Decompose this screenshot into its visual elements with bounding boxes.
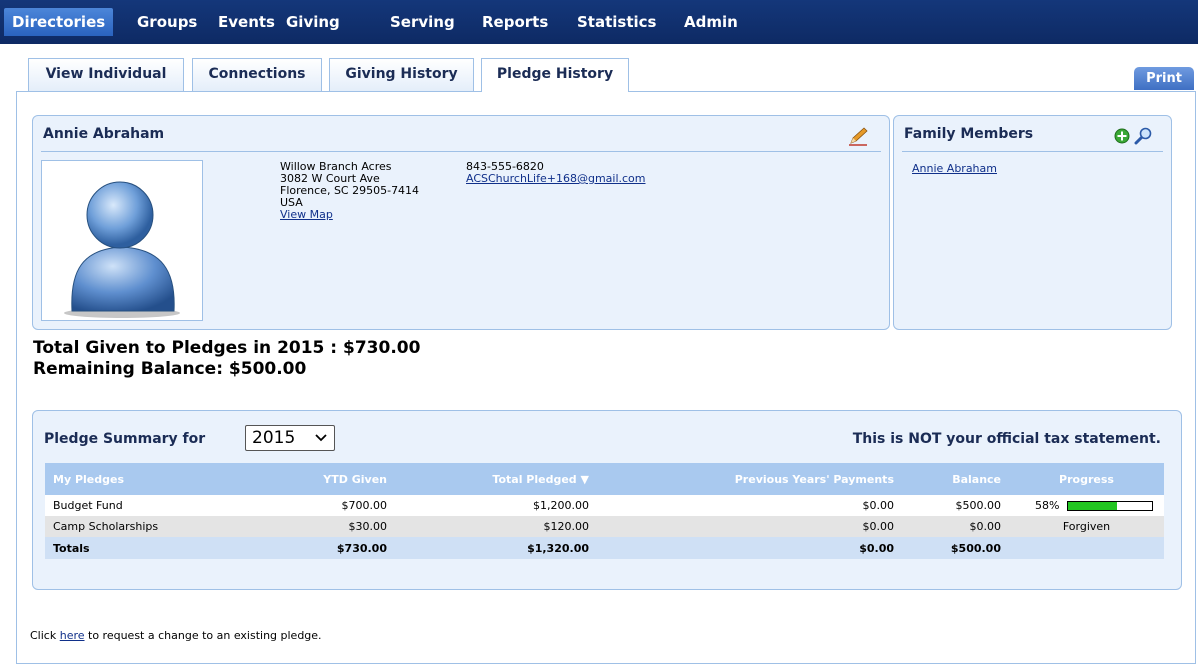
year-select-value: 2015 — [252, 428, 296, 448]
address-block: Willow Branch Acres 3082 W Court Ave Flo… — [280, 161, 419, 221]
chevron-down-icon — [314, 427, 328, 457]
total-pledged-cell: $1,200.00 — [395, 495, 597, 516]
progress-bar — [1067, 501, 1154, 511]
person-panel-divider — [41, 151, 881, 152]
column-header-total-pledged[interactable]: Total Pledged ▼ — [395, 463, 597, 495]
table-row: Budget Fund $700.00 $1,200.00 $0.00 $500… — [45, 495, 1164, 516]
progress-status: Forgiven — [1009, 516, 1164, 537]
summary-title: Pledge Summary for — [44, 431, 206, 447]
pledge-name: Camp Scholarships — [45, 516, 250, 537]
family-panel: Family Members Annie Abraham — [893, 115, 1172, 330]
footer-prefix: Click — [30, 629, 57, 642]
balance-cell: $500.00 — [902, 495, 1009, 516]
tax-statement-note: This is NOT your official tax statement. — [852, 431, 1161, 447]
footer-suffix: to request a change to an existing pledg… — [88, 629, 322, 642]
nav-directories[interactable]: Directories — [4, 8, 114, 36]
avatar — [41, 160, 203, 321]
person-name: Annie Abraham — [43, 126, 165, 142]
progress-percent: 58% — [1035, 499, 1060, 512]
column-header-balance[interactable]: Balance — [902, 463, 1009, 495]
nav-giving[interactable]: Giving — [278, 8, 348, 36]
pledge-history-content: Annie Abraham Willow Branch Acres 3082 W… — [16, 91, 1196, 664]
contact-block: 843-555-6820 ACSChurchLife+168@gmail.com — [466, 161, 646, 185]
family-member-link[interactable]: Annie Abraham — [912, 163, 997, 175]
nav-events[interactable]: Events — [210, 8, 283, 36]
tab-connections[interactable]: Connections — [192, 58, 322, 91]
person-panel: Annie Abraham Willow Branch Acres 3082 W… — [32, 115, 890, 330]
balance-cell: $0.00 — [902, 516, 1009, 537]
totals-balance: $500.00 — [902, 537, 1009, 559]
family-panel-divider — [902, 151, 1163, 152]
search-member-icon[interactable] — [1133, 126, 1153, 146]
column-header-ytd-given[interactable]: YTD Given — [250, 463, 395, 495]
pledge-name: Budget Fund — [45, 495, 250, 516]
totals-progress — [1009, 537, 1164, 559]
totals-total-pledged: $1,320.00 — [395, 537, 597, 559]
add-member-icon[interactable] — [1114, 128, 1130, 144]
nav-admin[interactable]: Admin — [676, 8, 746, 36]
year-select[interactable]: 2015 — [245, 425, 335, 451]
table-row: Camp Scholarships $30.00 $120.00 $0.00 $… — [45, 516, 1164, 537]
sort-desc-icon: ▼ — [580, 472, 589, 486]
view-map-link[interactable]: View Map — [280, 209, 419, 221]
print-button[interactable]: Print — [1134, 67, 1194, 90]
change-request-link[interactable]: here — [60, 629, 85, 642]
edit-pencil-icon[interactable] — [847, 126, 869, 146]
column-header-my-pledges[interactable]: My Pledges — [45, 463, 250, 495]
top-nav: Directories Groups Events Giving Serving… — [0, 0, 1198, 44]
table-header-row: My Pledges YTD Given Total Pledged ▼ Pre… — [45, 463, 1164, 495]
column-header-total-pledged-label: Total Pledged — [492, 472, 577, 486]
totals-ytd-given: $730.00 — [250, 537, 395, 559]
pledge-table: My Pledges YTD Given Total Pledged ▼ Pre… — [45, 463, 1164, 559]
change-request-note: Click here to request a change to an exi… — [30, 629, 322, 642]
person-silhouette-icon — [64, 181, 180, 318]
ytd-given-cell: $700.00 — [250, 495, 395, 516]
nav-statistics[interactable]: Statistics — [569, 8, 664, 36]
total-given-text: Total Given to Pledges in 2015 : $730.00 — [33, 338, 421, 358]
previous-years-cell: $0.00 — [597, 516, 902, 537]
email-link[interactable]: ACSChurchLife+168@gmail.com — [466, 173, 646, 185]
ytd-given-cell: $30.00 — [250, 516, 395, 537]
tab-pledge-history[interactable]: Pledge History — [481, 58, 629, 92]
pledge-summary-panel: Pledge Summary for 2015 This is NOT your… — [32, 410, 1182, 590]
total-pledged-cell: $120.00 — [395, 516, 597, 537]
remaining-balance-text: Remaining Balance: $500.00 — [33, 359, 307, 379]
family-title: Family Members — [904, 126, 1034, 142]
totals-previous-years: $0.00 — [597, 537, 902, 559]
progress-cell: 58% — [1009, 495, 1164, 516]
nav-groups[interactable]: Groups — [129, 8, 205, 36]
previous-years-cell: $0.00 — [597, 495, 902, 516]
tab-view-individual[interactable]: View Individual — [28, 58, 184, 91]
progress-bar-fill — [1068, 502, 1118, 510]
tab-giving-history[interactable]: Giving History — [329, 58, 474, 91]
totals-row: Totals $730.00 $1,320.00 $0.00 $500.00 — [45, 537, 1164, 559]
column-header-previous-years[interactable]: Previous Years' Payments — [597, 463, 902, 495]
nav-serving[interactable]: Serving — [382, 8, 463, 36]
totals-label: Totals — [45, 537, 250, 559]
nav-reports[interactable]: Reports — [474, 8, 556, 36]
column-header-progress[interactable]: Progress — [1009, 463, 1164, 495]
